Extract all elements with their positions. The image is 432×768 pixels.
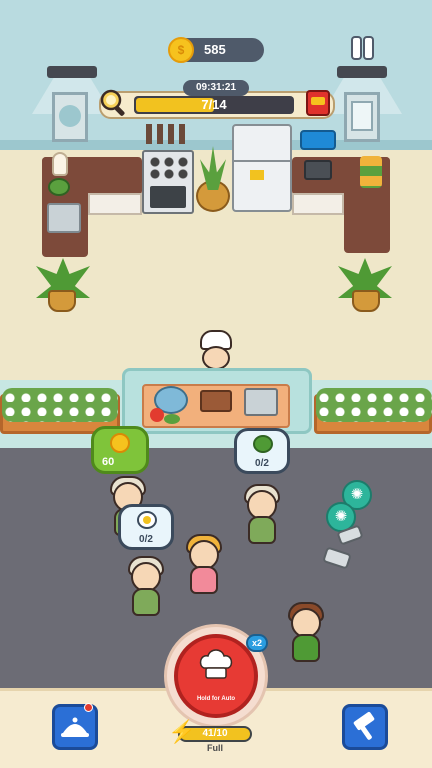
pause-icon-bar (365, 38, 372, 58)
hammer-icon (353, 711, 375, 740)
customer[interactable] (128, 556, 164, 616)
flowers (2, 388, 118, 422)
customer[interactable] (288, 602, 324, 666)
level-progress-text: 7/14 (201, 97, 227, 112)
coin-reward-bubble[interactable]: 60 (91, 426, 149, 474)
herb-pot (48, 178, 70, 196)
egg-icon (137, 511, 157, 529)
magnifier-icon[interactable] (98, 88, 128, 118)
tomato (150, 408, 164, 422)
plant-pot (48, 290, 76, 312)
chef-hat-icon (199, 649, 233, 679)
ceiling-lamp (337, 66, 387, 78)
customer[interactable] (244, 484, 280, 544)
order-bubble[interactable]: 0/2 (118, 504, 174, 550)
coin-value: 585 (204, 42, 226, 57)
microwave (304, 160, 332, 180)
customer[interactable] (186, 534, 222, 598)
stove (142, 150, 194, 214)
level-progress-bar: 7/14 (134, 96, 294, 114)
ceiling-lamp (47, 66, 97, 78)
flowers (316, 388, 432, 422)
wall-window (344, 92, 380, 142)
order-bubble[interactable]: 0/2 (234, 428, 290, 474)
recipe-book-icon[interactable] (303, 88, 333, 118)
energy-status: Full (207, 743, 223, 753)
jars (360, 156, 382, 188)
order-count: 0/2 (139, 534, 153, 545)
counter-drawer (292, 193, 344, 215)
coin-reward-value: 60 (102, 456, 115, 468)
coin-counter: $ 585 (168, 37, 264, 63)
lightning-icon: ⚡ (168, 719, 196, 744)
utensil-rack (146, 124, 190, 144)
counter-drawer (88, 193, 142, 215)
sink (47, 203, 81, 233)
bottle (52, 152, 68, 176)
cloche-icon (61, 717, 89, 737)
lettuce (164, 414, 180, 424)
wall-picture (52, 92, 88, 142)
build-button[interactable] (342, 704, 388, 750)
order-count: 0/2 (255, 458, 269, 469)
plant-pot (352, 290, 380, 312)
spice-rack (300, 130, 336, 150)
notification-dot (84, 703, 93, 712)
grill-station[interactable] (244, 388, 278, 416)
refrigerator (232, 124, 292, 212)
level-timer: 09:31:21 (183, 80, 249, 96)
multiplier-badge: x2 (246, 634, 268, 652)
hold-for-auto-label: Hold for Auto (196, 696, 236, 702)
pause-button[interactable] (352, 38, 374, 60)
pause-icon (353, 38, 360, 58)
broccoli-icon (253, 435, 273, 453)
coin-icon: $ (168, 37, 194, 63)
coin-stack-icon (110, 433, 130, 453)
cutting-board[interactable] (200, 390, 232, 412)
